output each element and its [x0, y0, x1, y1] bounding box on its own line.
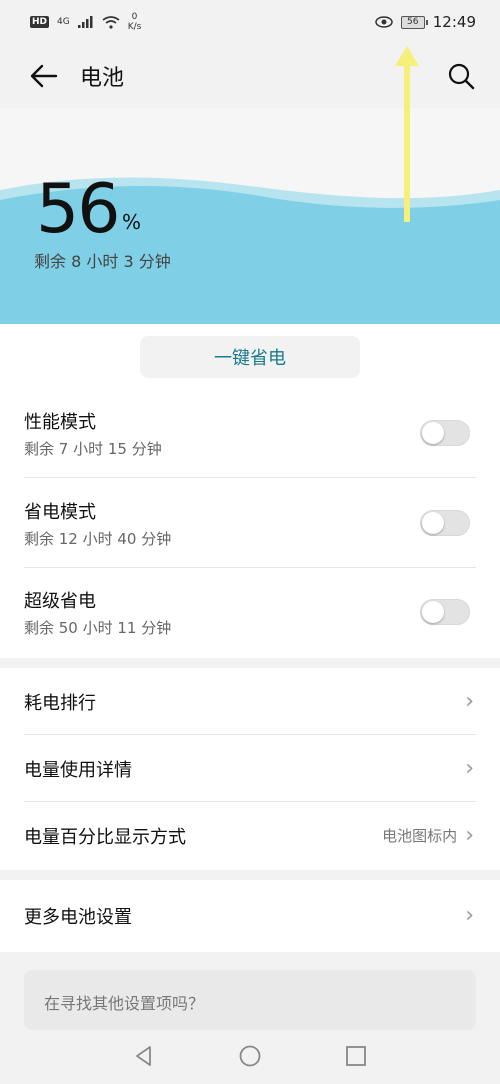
mode-remaining: 剩余 50 小时 11 分钟 [24, 619, 172, 637]
chevron-right-icon: › [465, 689, 474, 714]
row-label: 更多电池设置 [24, 906, 132, 928]
mode-row-ultra-saving[interactable]: 超级省电 剩余 50 小时 11 分钟 [0, 569, 500, 657]
battery-remaining: 剩余 8 小时 3 分钟 [34, 252, 171, 271]
one-tap-save-button[interactable]: 一键省电 [140, 336, 360, 378]
ultra-saving-toggle[interactable] [420, 599, 470, 625]
hd-badge: HD [30, 16, 50, 28]
row-value: 电池图标内 [382, 827, 458, 845]
mode-label: 超级省电 [24, 591, 96, 612]
app-bar: 电池 [0, 44, 500, 108]
search-icon[interactable] [446, 61, 476, 91]
status-left: HD 4G 0 K/s [30, 12, 141, 32]
find-other-settings-text: 在寻找其他设置项吗？ [44, 994, 205, 1013]
mode-remaining: 剩余 12 小时 40 分钟 [24, 530, 172, 548]
battery-settings-card: 耗电排行 › 电量使用详情 › 电量百分比显示方式 电池图标内 › [0, 668, 500, 870]
chevron-right-icon: › [465, 903, 474, 928]
power-modes-card: 一键省电 性能模式 剩余 7 小时 15 分钟 省电模式 剩余 12 小时 40… [0, 324, 500, 658]
mode-label: 性能模式 [24, 412, 96, 433]
performance-mode-toggle[interactable] [420, 420, 470, 446]
row-label: 耗电排行 [24, 692, 96, 714]
mode-row-performance[interactable]: 性能模式 剩余 7 小时 15 分钟 [0, 390, 500, 478]
speed-unit: K/s [127, 22, 142, 32]
toggle-knob [422, 601, 444, 623]
battery-icon: 56 [400, 15, 428, 29]
page-title: 电池 [80, 66, 125, 91]
chevron-right-icon: › [465, 823, 474, 848]
back-arrow-icon[interactable] [24, 61, 64, 91]
row-label: 电量使用详情 [24, 759, 132, 781]
clock: 12:49 [432, 13, 476, 31]
mode-row-power-saving[interactable]: 省电模式 剩余 12 小时 40 分钟 [0, 480, 500, 568]
power-saving-mode-toggle[interactable] [420, 510, 470, 536]
speed-value: 0 [131, 12, 138, 22]
home-circle-icon[interactable] [238, 1044, 262, 1068]
usage-details-row[interactable]: 电量使用详情 › [0, 735, 500, 802]
eye-comfort-icon [375, 16, 393, 28]
mode-label: 省电模式 [24, 502, 96, 523]
divider [24, 567, 476, 568]
network-speed: 0 K/s [128, 12, 142, 32]
status-right: 56 12:49 [375, 13, 476, 31]
find-other-settings[interactable]: 在寻找其他设置项吗？ [24, 970, 476, 1030]
power-ranking-row[interactable]: 耗电排行 › [0, 668, 500, 735]
more-battery-settings-row[interactable]: 更多电池设置 › [0, 882, 500, 949]
system-nav-bar [0, 1030, 500, 1084]
percentage-display-row[interactable]: 电量百分比显示方式 电池图标内 › [0, 802, 500, 869]
toggle-knob [422, 422, 444, 444]
more-settings-card: 更多电池设置 › [0, 880, 500, 952]
mode-remaining: 剩余 7 小时 15 分钟 [24, 440, 162, 458]
chevron-right-icon: › [465, 756, 474, 781]
battery-percent: 56 [36, 170, 121, 249]
toggle-knob [422, 512, 444, 534]
battery-hero: 56 % 剩余 8 小时 3 分钟 [0, 108, 500, 324]
row-label: 电量百分比显示方式 [24, 826, 186, 848]
signal-icon [77, 16, 93, 28]
battery-percent-sign: % [122, 210, 142, 234]
back-triangle-icon[interactable] [132, 1044, 156, 1068]
wifi-icon [102, 15, 120, 29]
network-type: 4G [57, 16, 70, 27]
divider [24, 477, 476, 478]
status-bar: HD 4G 0 K/s 56 12:49 [0, 0, 500, 44]
recents-square-icon[interactable] [344, 1044, 368, 1068]
